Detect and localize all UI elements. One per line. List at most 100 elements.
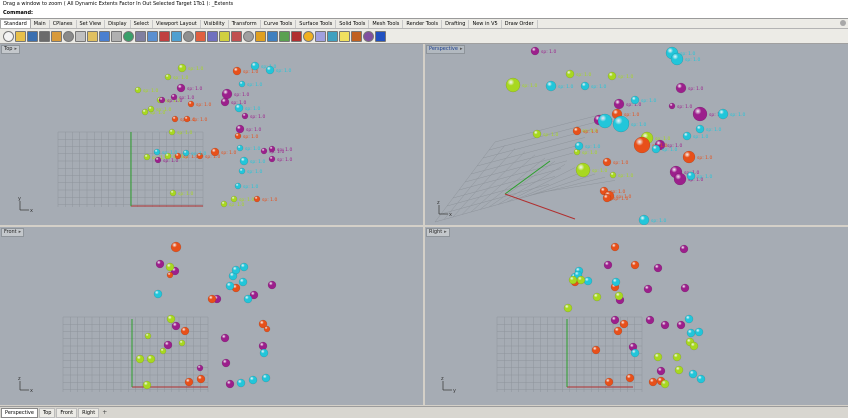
- sphere-orange[interactable]: [572, 126, 582, 136]
- shade-icon[interactable]: [195, 31, 206, 42]
- viewport-canvas[interactable]: yz: [425, 227, 848, 405]
- toolbar-tab-solid-tools[interactable]: Solid Tools: [336, 20, 370, 28]
- sphere-magenta[interactable]: [221, 88, 233, 100]
- viewport-perspective[interactable]: x z sp: 1.0 sp: 1.0 sp: 1.0 sp: 1.0 sp: 1.0 sp:…: [425, 44, 848, 225]
- viewport-title-front[interactable]: Front ▸: [1, 228, 25, 237]
- import-icon[interactable]: [51, 31, 62, 42]
- viewport-title-right[interactable]: Right ▸: [426, 228, 450, 237]
- copy-icon[interactable]: [75, 31, 86, 42]
- sphere-orange[interactable]: [682, 150, 696, 164]
- sphere-cyan[interactable]: [695, 124, 705, 134]
- sphere-magenta[interactable]: [613, 98, 625, 110]
- sphere-magenta[interactable]: [154, 156, 162, 164]
- sphere-cyan[interactable]: [651, 144, 661, 154]
- sphere-magenta[interactable]: [220, 97, 230, 107]
- sphere-cyan[interactable]: [239, 262, 249, 272]
- sphere-magenta[interactable]: [267, 280, 277, 290]
- save-icon[interactable]: [27, 31, 38, 42]
- sphere-orange[interactable]: [630, 260, 640, 270]
- sphere-orange[interactable]: [166, 271, 174, 279]
- sphere-lime[interactable]: [177, 63, 187, 73]
- sphere-cyan[interactable]: [638, 214, 650, 225]
- toolbar-tab-render-tools[interactable]: Render Tools: [403, 20, 443, 28]
- sphere-cyan[interactable]: [686, 328, 696, 338]
- sphere-lime[interactable]: [178, 339, 186, 347]
- snap-icon[interactable]: [219, 31, 230, 42]
- sphere-magenta[interactable]: [676, 320, 686, 330]
- sphere-magenta[interactable]: [530, 46, 540, 56]
- sphere-cyan[interactable]: [248, 375, 258, 385]
- open-file-icon[interactable]: [15, 31, 26, 42]
- sphere-magenta[interactable]: [610, 315, 620, 325]
- viewport-tab-right[interactable]: Right: [78, 407, 100, 418]
- sphere-cyan[interactable]: [574, 141, 584, 151]
- sphere-cyan[interactable]: [696, 374, 706, 384]
- sphere-orange[interactable]: [234, 132, 242, 140]
- sphere-cyan[interactable]: [238, 277, 248, 287]
- sphere-cyan[interactable]: [259, 348, 269, 358]
- sphere-orange[interactable]: [633, 136, 651, 154]
- mesh-icon[interactable]: [363, 31, 374, 42]
- sun-icon[interactable]: [303, 31, 314, 42]
- sphere-orange[interactable]: [263, 325, 271, 333]
- sphere-cyan[interactable]: [630, 348, 640, 358]
- sphere-magenta[interactable]: [176, 83, 186, 93]
- sphere-orange[interactable]: [619, 319, 629, 329]
- zoom-selected-icon[interactable]: [159, 31, 170, 42]
- sphere-lime[interactable]: [220, 200, 228, 208]
- sphere-lime[interactable]: [230, 195, 238, 203]
- viewport-tab-perspective[interactable]: Perspective: [1, 407, 38, 418]
- toolbar-tab-curve-tools[interactable]: Curve Tools: [261, 20, 297, 28]
- sphere-lime[interactable]: [141, 108, 149, 116]
- sphere-cyan[interactable]: [153, 148, 161, 156]
- sphere-cyan[interactable]: [583, 276, 593, 286]
- sphere-cyan[interactable]: [236, 378, 246, 388]
- sphere-orange[interactable]: [613, 326, 623, 336]
- sphere-magenta[interactable]: [643, 284, 653, 294]
- sphere-magenta[interactable]: [196, 364, 204, 372]
- sphere-lime[interactable]: [169, 189, 177, 197]
- sphere-orange[interactable]: [610, 242, 620, 252]
- sphere-magenta[interactable]: [260, 147, 268, 155]
- toolbar-tab-draw-order[interactable]: Draw Order: [502, 20, 538, 28]
- sphere-magenta[interactable]: [680, 283, 690, 293]
- sphere-magenta[interactable]: [258, 341, 268, 351]
- sphere-cyan[interactable]: [261, 373, 271, 383]
- sphere-orange[interactable]: [210, 147, 220, 157]
- sphere-cyan[interactable]: [153, 289, 163, 299]
- sphere-orange[interactable]: [180, 326, 190, 336]
- cut-icon[interactable]: [63, 31, 74, 42]
- sphere-orange[interactable]: [170, 241, 182, 253]
- viewport-top[interactable]: x y sp: 1.0 sp: 1.0 sp: 1.0 sp: 1.0 sp: 1.0 sp:…: [0, 44, 423, 225]
- sphere-cyan[interactable]: [236, 144, 244, 152]
- sphere-lime[interactable]: [144, 332, 152, 340]
- paste-icon[interactable]: [87, 31, 98, 42]
- sphere-magenta[interactable]: [668, 102, 676, 110]
- sphere-magenta[interactable]: [645, 315, 655, 325]
- sphere-cyan[interactable]: [684, 314, 694, 324]
- sphere-magenta[interactable]: [653, 263, 663, 273]
- sphere-lime[interactable]: [165, 262, 175, 272]
- paint-icon[interactable]: [351, 31, 362, 42]
- sphere-orange[interactable]: [207, 294, 217, 304]
- sphere-cyan[interactable]: [597, 113, 613, 129]
- sphere-orange[interactable]: [625, 373, 635, 383]
- sphere-magenta[interactable]: [692, 106, 708, 122]
- sphere-lime[interactable]: [672, 352, 682, 362]
- zoom-all-icon[interactable]: [171, 31, 182, 42]
- sphere-lime[interactable]: [565, 69, 575, 79]
- sphere-magenta[interactable]: [673, 172, 687, 186]
- sphere-magenta[interactable]: [603, 260, 613, 270]
- sphere-lime[interactable]: [135, 354, 145, 364]
- sphere-cyan[interactable]: [243, 294, 253, 304]
- viewport-canvas[interactable]: xz: [0, 227, 423, 405]
- sphere-cyan[interactable]: [250, 61, 260, 71]
- add-tab-icon[interactable]: +: [102, 409, 107, 416]
- sphere-lime[interactable]: [563, 303, 573, 313]
- toolbar-tab-cplanes[interactable]: CPlanes: [50, 20, 77, 28]
- sphere-cyan[interactable]: [182, 149, 190, 157]
- osnap-icon[interactable]: [231, 31, 242, 42]
- toolbar-tab-set-view[interactable]: Set View: [77, 20, 106, 28]
- sphere-lime[interactable]: [166, 314, 176, 324]
- toolbar-tab-visibility[interactable]: Visibility: [201, 20, 229, 28]
